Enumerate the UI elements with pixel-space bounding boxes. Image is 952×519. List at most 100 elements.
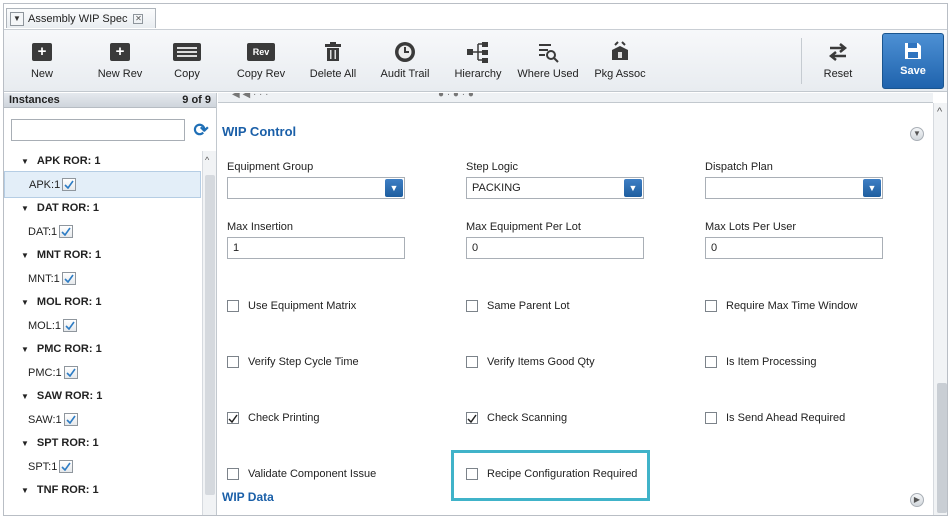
pager-tools-icon[interactable]: ● · ● · ●	[438, 93, 474, 100]
wip-control-title[interactable]: WIP Control	[222, 124, 296, 139]
wip-data-title[interactable]: WIP Data	[222, 490, 274, 504]
tree-item-pmc[interactable]: PMC:1	[4, 359, 201, 386]
audit-trail-label: Audit Trail	[380, 68, 430, 80]
copy-rev-button[interactable]: Rev Copy Rev	[230, 30, 292, 92]
require-max-time-window-checkbox[interactable]: Require Max Time Window	[705, 300, 857, 312]
save-button[interactable]: Save	[882, 33, 944, 89]
new-rev-label: New Rev	[97, 68, 143, 80]
tree-group-pmc[interactable]: ▼ PMC ROR: 1	[4, 339, 201, 359]
check-icon[interactable]	[63, 319, 78, 332]
checkbox-label: Is Item Processing	[726, 356, 817, 368]
tree-group-saw[interactable]: ▼ SAW ROR: 1	[4, 386, 201, 406]
dispatch-plan-select[interactable]: ▼	[705, 177, 883, 199]
instances-panel: Instances 9 of 9 ⟳ ▼ APK ROR: 1 APK:1 ▼ DA…	[4, 93, 217, 515]
tree-group-label: APK ROR: 1	[36, 155, 101, 167]
recipe-configuration-required-checkbox[interactable]: Recipe Configuration Required	[466, 468, 637, 480]
is-send-ahead-required-checkbox[interactable]: Is Send Ahead Required	[705, 412, 845, 424]
checkbox-box[interactable]	[466, 356, 478, 368]
max-insertion-input[interactable]: 1	[227, 237, 405, 259]
tree-group-mol[interactable]: ▼ MOL ROR: 1	[4, 292, 201, 312]
where-used-button[interactable]: Where Used	[514, 30, 582, 92]
instances-scrollbar[interactable]: ^	[202, 151, 216, 515]
checkbox-box[interactable]	[227, 300, 239, 312]
equipment-group-select[interactable]: ▼	[227, 177, 405, 199]
new-label: New	[30, 68, 53, 80]
checkbox-box[interactable]	[705, 356, 717, 368]
chevron-right-icon[interactable]: ▶	[910, 493, 924, 507]
tree-group-label: SPT ROR: 1	[36, 437, 99, 449]
tree-group-apk[interactable]: ▼ APK ROR: 1	[4, 151, 201, 171]
chevron-down-icon[interactable]: ▼	[10, 11, 24, 26]
checkmark-icon[interactable]	[227, 412, 239, 424]
max-equipment-per-lot-input[interactable]: 0	[466, 237, 644, 259]
tree-group-mnt[interactable]: ▼ MNT ROR: 1	[4, 245, 201, 265]
hierarchy-button[interactable]: Hierarchy	[449, 30, 507, 92]
delete-all-button[interactable]: Delete All	[304, 30, 362, 92]
checkbox-box[interactable]	[705, 412, 717, 424]
audit-trail-button[interactable]: Audit Trail	[374, 30, 436, 92]
tree-group-spt[interactable]: ▼ SPT ROR: 1	[4, 433, 201, 453]
new-button[interactable]: + New	[20, 30, 64, 92]
copy-button[interactable]: Copy	[164, 30, 210, 92]
check-icon[interactable]	[63, 366, 78, 379]
step-logic-select[interactable]: PACKING ▼	[466, 177, 644, 199]
scrollbar-thumb[interactable]	[205, 175, 215, 495]
checkbox-box[interactable]	[705, 300, 717, 312]
expand-triangle-icon: ▼	[21, 485, 29, 495]
same-parent-lot-checkbox[interactable]: Same Parent Lot	[466, 300, 570, 312]
refresh-icon[interactable]: ⟳	[191, 119, 211, 141]
tree-item-spt[interactable]: SPT:1	[4, 453, 201, 480]
validate-component-issue-checkbox[interactable]: Validate Component Issue	[227, 468, 376, 480]
checkbox-box[interactable]	[227, 468, 239, 480]
tree-group-dat[interactable]: ▼ DAT ROR: 1	[4, 198, 201, 218]
tree-item-dat[interactable]: DAT:1	[4, 218, 201, 245]
check-icon[interactable]	[61, 272, 76, 285]
check-icon[interactable]	[59, 225, 74, 238]
checkbox-box[interactable]	[466, 300, 478, 312]
scroll-up-icon[interactable]: ^	[937, 106, 942, 118]
instances-search-input[interactable]	[11, 119, 185, 141]
chevron-down-icon[interactable]: ▼	[863, 179, 881, 197]
tree-item-label: DAT:1	[28, 225, 58, 238]
chevron-down-icon[interactable]: ▼	[910, 127, 924, 141]
max-insertion-label: Max Insertion	[227, 221, 294, 233]
reset-button[interactable]: Reset	[812, 30, 864, 92]
new-rev-button[interactable]: + New Rev	[90, 30, 150, 92]
tree-item-mol[interactable]: MOL:1	[4, 312, 201, 339]
use-equipment-matrix-checkbox[interactable]: Use Equipment Matrix	[227, 300, 356, 312]
scroll-up-icon[interactable]: ^	[205, 155, 209, 165]
check-printing-checkbox[interactable]: Check Printing	[227, 412, 320, 424]
check-icon[interactable]	[63, 413, 78, 426]
tree-item-apk[interactable]: APK:1	[4, 171, 201, 198]
chevron-down-icon[interactable]: ▼	[385, 179, 403, 197]
chevron-down-icon[interactable]: ▼	[624, 179, 642, 197]
tab-assembly-wip-spec[interactable]: ▼ Assembly WIP Spec ✕	[6, 8, 156, 28]
tree-item-label: PMC:1	[28, 366, 62, 379]
checkmark-icon[interactable]	[466, 412, 478, 424]
tree-group-tnf[interactable]: ▼ TNF ROR: 1	[4, 480, 201, 500]
checkbox-label: Recipe Configuration Required	[487, 468, 638, 480]
step-logic-value: PACKING	[472, 182, 521, 194]
main-scrollbar[interactable]: ^	[933, 103, 947, 515]
instances-title: Instances	[9, 94, 60, 106]
checkbox-box[interactable]	[466, 468, 478, 480]
scrollbar-thumb[interactable]	[937, 383, 947, 513]
max-lots-per-user-input[interactable]: 0	[705, 237, 883, 259]
expand-triangle-icon: ▼	[21, 203, 29, 213]
verify-items-good-qty-checkbox[interactable]: Verify Items Good Qty	[466, 356, 595, 368]
check-icon[interactable]	[62, 178, 77, 191]
tree-item-mnt[interactable]: MNT:1	[4, 265, 201, 292]
tree-group-label: DAT ROR: 1	[36, 202, 100, 214]
checkbox-box[interactable]	[227, 356, 239, 368]
hierarchy-label: Hierarchy	[454, 68, 502, 80]
close-icon[interactable]: ✕	[133, 13, 144, 24]
pager-nav-icon[interactable]: ◀ ◀ · · ·	[232, 93, 268, 100]
check-icon[interactable]	[59, 460, 74, 473]
where-used-icon	[539, 44, 559, 63]
check-scanning-checkbox[interactable]: Check Scanning	[466, 412, 567, 424]
reset-label: Reset	[823, 68, 853, 80]
verify-step-cycle-time-checkbox[interactable]: Verify Step Cycle Time	[227, 356, 359, 368]
is-item-processing-checkbox[interactable]: Is Item Processing	[705, 356, 816, 368]
tree-item-saw[interactable]: SAW:1	[4, 406, 201, 433]
pkg-assoc-button[interactable]: Pkg Assoc	[590, 30, 650, 92]
